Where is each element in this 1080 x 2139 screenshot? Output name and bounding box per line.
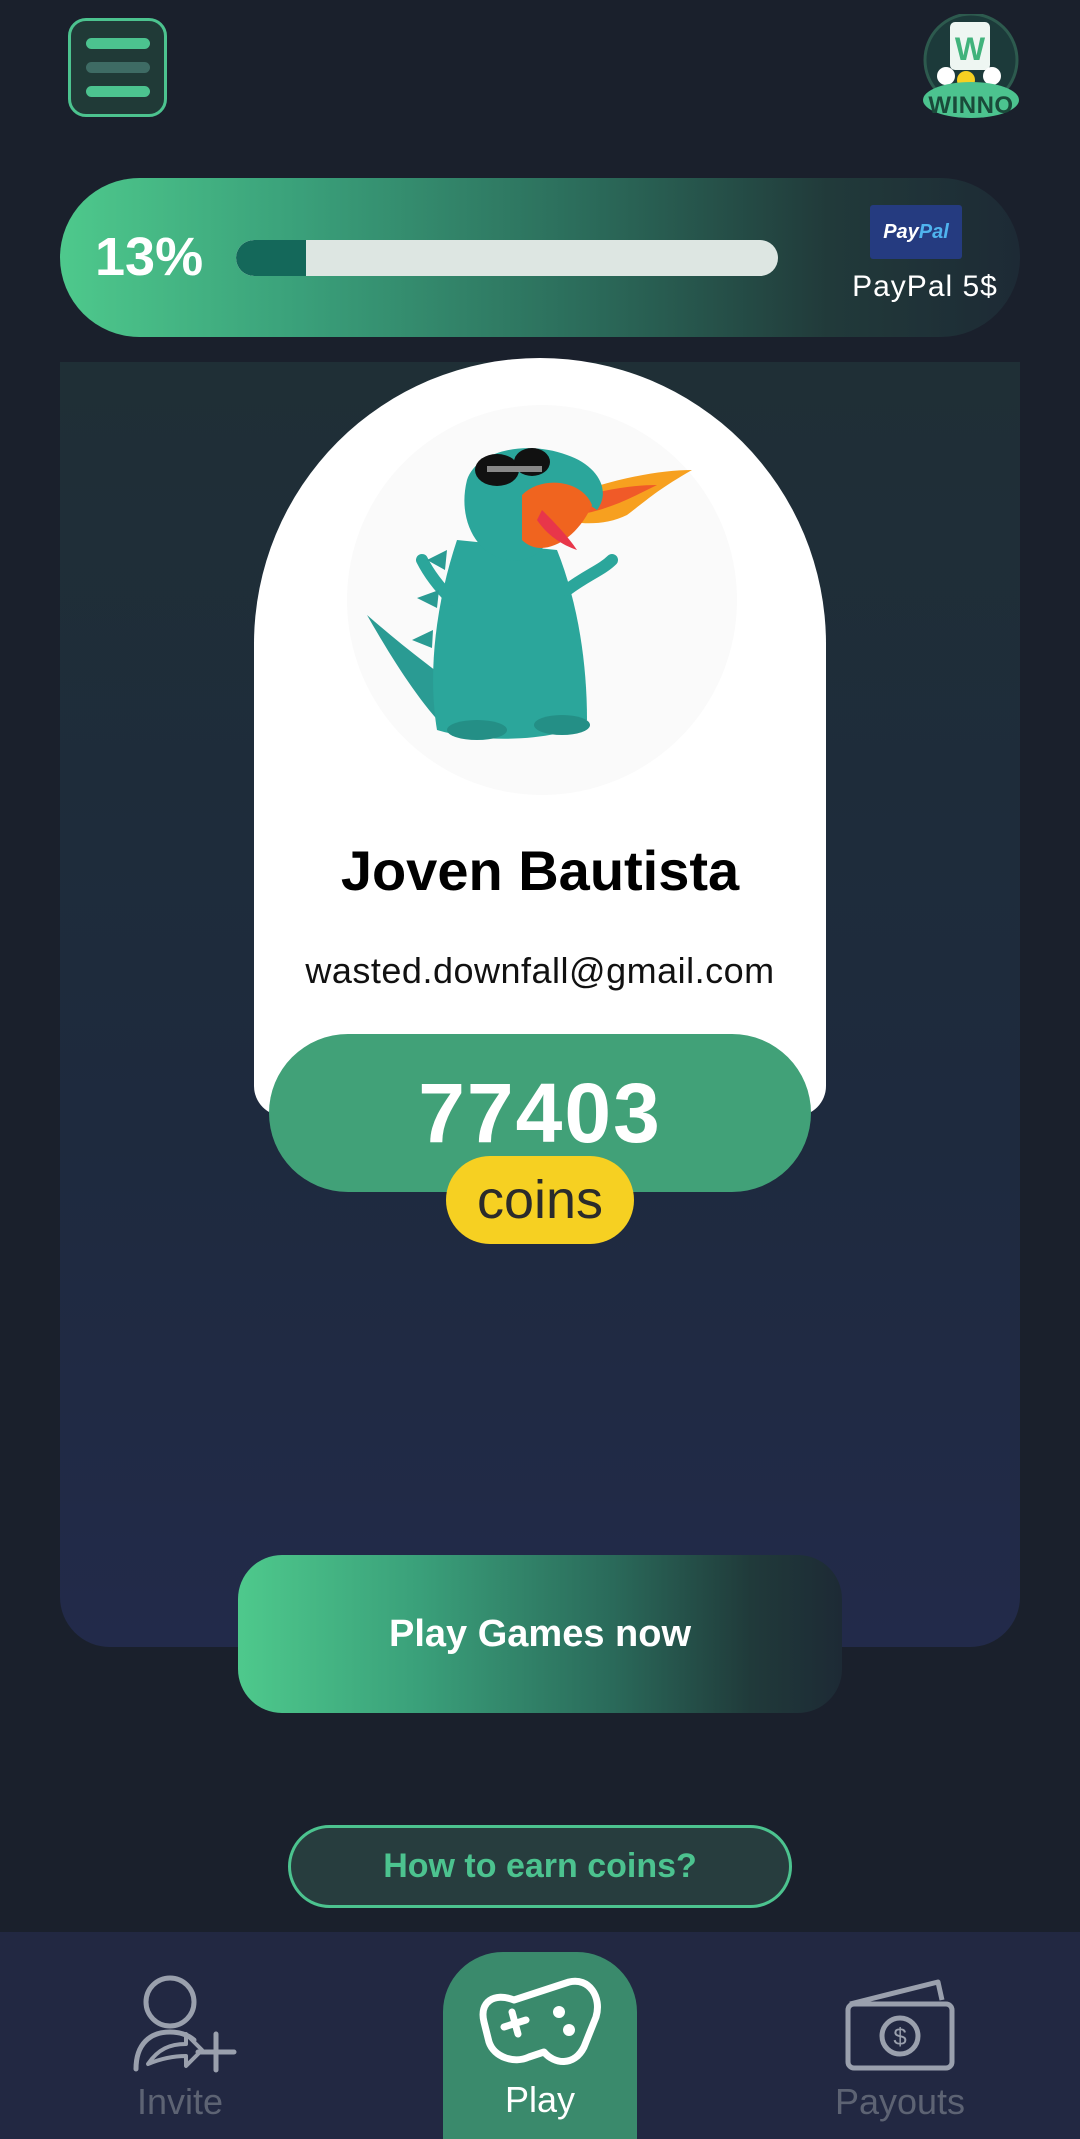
svg-text:$: $ <box>893 2024 906 2051</box>
hamburger-menu-icon[interactable] <box>68 18 167 117</box>
nav-item-play[interactable]: Play <box>443 1952 637 2139</box>
nav-item-payouts[interactable]: $ Payouts <box>820 1932 980 2139</box>
progress-percent: 13% <box>95 227 204 287</box>
logo-wordmark: WINNO <box>928 92 1014 119</box>
svg-text:W: W <box>955 31 986 67</box>
bottom-nav: Invite Play $ Payouts <box>0 1932 1080 2139</box>
reward-label: PayPal 5$ <box>852 270 998 303</box>
nav-item-invite[interactable]: Invite <box>110 1932 250 2139</box>
app-logo: W WINNO <box>920 12 1022 122</box>
reward-progress-card[interactable]: 13% Pay Pal PayPal 5$ <box>60 178 1020 337</box>
gamepad-icon <box>479 1977 601 2065</box>
coin-unit-badge: coins <box>446 1156 634 1244</box>
progress-bar-fill <box>236 240 307 276</box>
play-games-button[interactable]: Play Games now <box>238 1555 842 1713</box>
nav-label-invite: Invite <box>136 2081 224 2122</box>
user-email: wasted.downfall@gmail.com <box>305 950 775 991</box>
user-name: Joven Bautista <box>340 839 740 902</box>
dinosaur-avatar-icon <box>327 400 757 800</box>
progress-bar <box>236 240 778 276</box>
paypal-logo-icon: Pay Pal <box>870 205 962 259</box>
nav-label-play: Play <box>504 2079 576 2120</box>
how-to-earn-button[interactable]: How to earn coins? <box>288 1825 792 1908</box>
wallet-icon: $ <box>845 1979 955 2071</box>
nav-label-payouts: Payouts <box>834 2081 966 2122</box>
coin-balance-value: 77403 <box>418 1066 662 1160</box>
invite-user-icon <box>133 1975 237 2073</box>
